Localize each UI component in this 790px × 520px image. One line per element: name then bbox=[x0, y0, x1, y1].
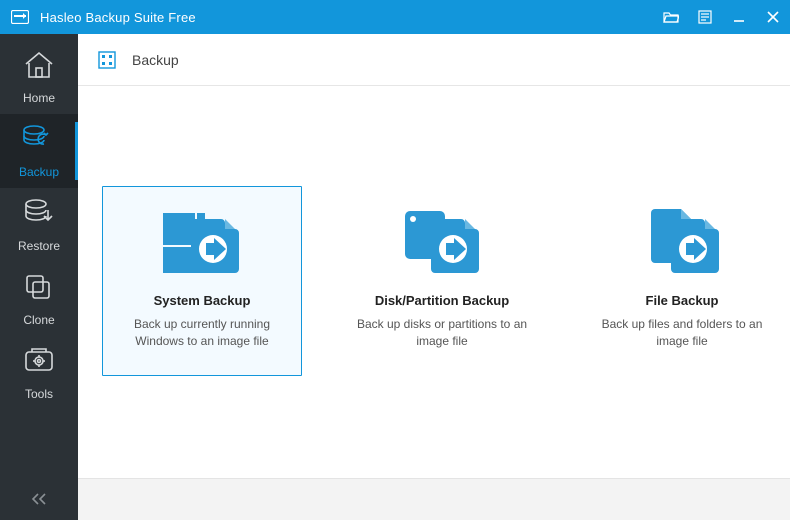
page-content: System Backup Back up currently running … bbox=[78, 86, 790, 478]
disk-backup-icon bbox=[397, 203, 487, 283]
sidebar-collapse-button[interactable] bbox=[0, 482, 78, 520]
app-logo-icon bbox=[10, 7, 30, 27]
card-title: File Backup bbox=[646, 293, 719, 308]
sidebar-item-restore[interactable]: Restore bbox=[0, 188, 78, 262]
card-system-backup[interactable]: System Backup Back up currently running … bbox=[102, 186, 302, 376]
main-panel: Backup bbox=[78, 34, 790, 520]
card-desc: Back up currently running Windows to an … bbox=[115, 316, 289, 350]
card-title: System Backup bbox=[154, 293, 251, 308]
app-title: Hasleo Backup Suite Free bbox=[40, 10, 196, 25]
card-file-backup[interactable]: File Backup Back up files and folders to… bbox=[582, 186, 782, 376]
card-desc: Back up files and folders to an image fi… bbox=[595, 316, 769, 350]
minimize-button[interactable] bbox=[722, 0, 756, 34]
sidebar-item-label: Backup bbox=[19, 165, 59, 179]
log-button[interactable] bbox=[688, 0, 722, 34]
card-disk-partition-backup[interactable]: Disk/Partition Backup Back up disks or p… bbox=[342, 186, 542, 376]
sidebar: Home Backup Restore Clone bbox=[0, 34, 78, 520]
sidebar-item-clone[interactable]: Clone bbox=[0, 262, 78, 336]
sidebar-item-tools[interactable]: Tools bbox=[0, 336, 78, 410]
restore-icon bbox=[22, 198, 56, 233]
card-desc: Back up disks or partitions to an image … bbox=[355, 316, 529, 350]
app-window: Hasleo Backup Suite Free Home bbox=[0, 0, 790, 520]
clone-icon bbox=[22, 272, 56, 307]
grid-icon bbox=[96, 49, 118, 71]
close-button[interactable] bbox=[756, 0, 790, 34]
page-header: Backup bbox=[78, 34, 790, 86]
sidebar-item-backup[interactable]: Backup bbox=[0, 114, 78, 188]
footer-strip bbox=[78, 478, 790, 520]
home-icon bbox=[22, 50, 56, 85]
backup-icon bbox=[22, 124, 56, 159]
sidebar-item-label: Restore bbox=[18, 239, 60, 253]
chevron-double-left-icon bbox=[30, 492, 48, 511]
tools-icon bbox=[22, 346, 56, 381]
open-folder-button[interactable] bbox=[654, 0, 688, 34]
page-title: Backup bbox=[132, 52, 179, 68]
sidebar-item-label: Clone bbox=[23, 313, 54, 327]
sidebar-item-home[interactable]: Home bbox=[0, 40, 78, 114]
card-title: Disk/Partition Backup bbox=[375, 293, 509, 308]
sidebar-item-label: Tools bbox=[25, 387, 53, 401]
file-backup-icon bbox=[637, 203, 727, 283]
system-backup-icon bbox=[157, 203, 247, 283]
title-bar: Hasleo Backup Suite Free bbox=[0, 0, 790, 34]
sidebar-item-label: Home bbox=[23, 91, 55, 105]
